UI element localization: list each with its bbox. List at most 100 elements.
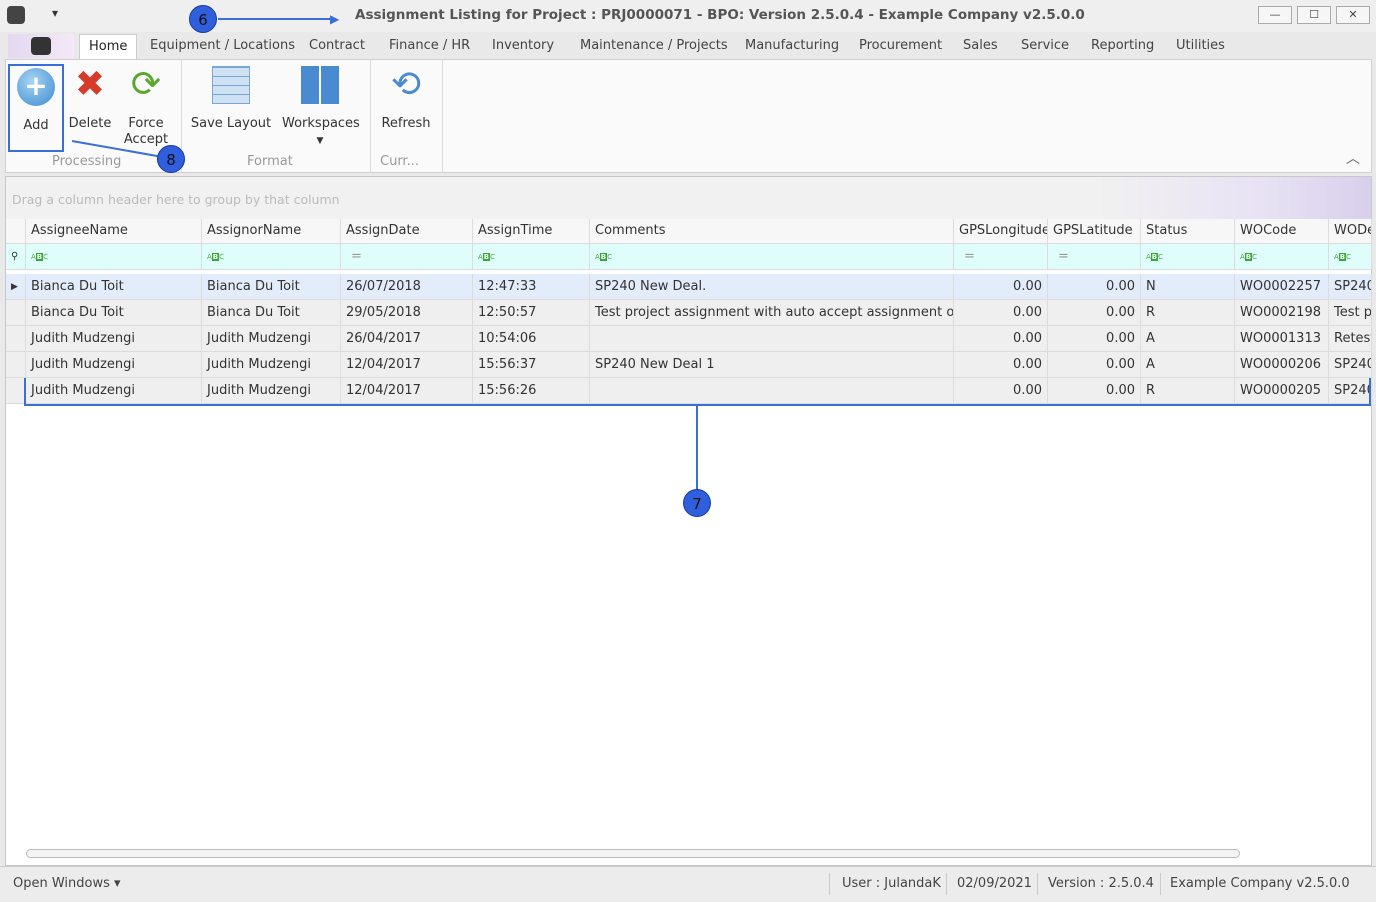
row-indicator[interactable] [6,300,26,326]
table-cell[interactable]: Judith Mudzengi [26,326,202,352]
table-cell[interactable]: 26/04/2017 [341,326,473,352]
row-indicator[interactable] [6,378,26,404]
table-cell[interactable]: Judith Mudzengi [202,326,341,352]
table-cell[interactable]: 0.00 [1048,300,1141,326]
force-accept-button[interactable]: ⟳ Force Accept [120,64,172,148]
row-indicator[interactable]: ▶ [6,274,26,300]
maximize-button[interactable]: ☐ [1297,6,1331,24]
table-cell[interactable]: WO0001313 [1235,326,1329,352]
table-cell[interactable]: 12:47:33 [473,274,590,300]
table-cell[interactable]: WO0002198 [1235,300,1329,326]
table-cell[interactable]: 12/04/2017 [341,352,473,378]
close-button[interactable]: ✕ [1336,6,1370,24]
table-cell[interactable]: WO0000206 [1235,352,1329,378]
filter-cell[interactable]: = [341,244,473,270]
column-header[interactable]: Comments [590,219,954,244]
tab-contract[interactable]: Contract [309,38,365,53]
tab-home[interactable]: Home [79,34,138,60]
tab-maintenance[interactable]: Maintenance / Projects [580,38,728,53]
filter-cell[interactable]: ABC [202,244,341,270]
table-cell[interactable]: 15:56:37 [473,352,590,378]
workspaces-button[interactable]: Workspaces ▼ [282,64,360,149]
tab-utilities[interactable]: Utilities [1176,38,1225,53]
tab-manufacturing[interactable]: Manufacturing [745,38,839,53]
table-cell[interactable]: SP240 [1329,274,1372,300]
add-button[interactable]: + Add [8,64,64,152]
table-cell[interactable] [590,326,954,352]
table-cell[interactable]: Bianca Du Toit [202,300,341,326]
minimize-button[interactable]: — [1258,6,1292,24]
column-header[interactable]: Status [1141,219,1235,244]
horizontal-scrollbar[interactable] [26,849,1240,858]
tab-service[interactable]: Service [1021,38,1069,53]
open-windows-button[interactable]: Open Windows ▾ [13,876,121,891]
table-cell[interactable]: 0.00 [1048,352,1141,378]
table-cell[interactable]: 29/05/2018 [341,300,473,326]
tab-sales[interactable]: Sales [963,38,998,53]
tab-equipment[interactable]: Equipment / Locations [150,38,295,53]
tab-finance[interactable]: Finance / HR [389,38,470,53]
table-cell[interactable]: Bianca Du Toit [26,300,202,326]
filter-cell[interactable]: ABC [473,244,590,270]
column-header[interactable]: GPSLatitude [1048,219,1141,244]
table-cell[interactable]: N [1141,274,1235,300]
table-cell[interactable]: Judith Mudzengi [202,352,341,378]
app-menu-button[interactable] [8,34,74,58]
column-header[interactable]: AssignDate [341,219,473,244]
filter-cell[interactable]: = [954,244,1048,270]
table-cell[interactable]: Bianca Du Toit [26,274,202,300]
table-cell[interactable]: 12:50:57 [473,300,590,326]
table-cell[interactable]: SP240 New Deal 1 [590,352,954,378]
table-cell[interactable]: WO0002257 [1235,274,1329,300]
column-header[interactable]: GPSLongitude [954,219,1048,244]
column-header[interactable]: AssigneeName [26,219,202,244]
table-cell[interactable]: 0.00 [1048,274,1141,300]
accept-label: Accept [123,132,169,147]
quick-access-dropdown[interactable]: ▾ [52,6,58,20]
row-indicator[interactable] [6,352,26,378]
collapse-ribbon-icon[interactable]: ︿ [1346,148,1360,168]
table-cell[interactable]: 10:54:06 [473,326,590,352]
refresh-label: Refresh [381,116,431,131]
filter-cell[interactable]: ABC [1329,244,1372,270]
tab-inventory[interactable]: Inventory [492,38,554,53]
filter-cell[interactable]: ABC [1141,244,1235,270]
table-cell[interactable]: 26/07/2018 [341,274,473,300]
table-cell[interactable]: 0.00 [1048,326,1141,352]
group-processing: Processing [52,154,122,169]
column-header[interactable]: WODe [1329,219,1372,244]
refresh-green-icon: ⟳ [130,64,162,105]
table-cell[interactable]: Test p [1329,300,1372,326]
table-cell[interactable]: Bianca Du Toit [202,274,341,300]
row-indicator[interactable] [6,326,26,352]
filter-cell[interactable]: ABC [590,244,954,270]
app-logo-icon[interactable] [7,6,25,24]
table-cell[interactable]: SP240 [1329,352,1372,378]
column-header[interactable]: WOCode [1235,219,1329,244]
column-header[interactable]: AssignorName [202,219,341,244]
tab-reporting[interactable]: Reporting [1091,38,1154,53]
table-cell[interactable]: A [1141,326,1235,352]
group-panel[interactable]: Drag a column header here to group by th… [6,177,1371,219]
table-cell[interactable]: SP240 New Deal. [590,274,954,300]
filter-cell[interactable]: ABC [1235,244,1329,270]
table-cell[interactable]: Retest [1329,326,1372,352]
table-cell[interactable]: A [1141,352,1235,378]
filter-cell[interactable]: ABC [26,244,202,270]
table-cell[interactable]: Judith Mudzengi [26,352,202,378]
table-cell[interactable]: R [1141,300,1235,326]
table-cell[interactable]: 0.00 [954,274,1048,300]
table-cell[interactable]: 0.00 [954,352,1048,378]
filter-cell[interactable]: = [1048,244,1141,270]
column-header[interactable]: AssignTime [473,219,590,244]
save-layout-button[interactable]: Save Layout [190,64,272,132]
table-cell[interactable]: Test project assignment with auto accept… [590,300,954,326]
delete-button[interactable]: ✖ Delete [66,64,114,132]
tab-procurement[interactable]: Procurement [859,38,942,53]
table-cell[interactable]: 0.00 [954,326,1048,352]
group-curr: Curr... [380,154,419,169]
table-cell[interactable]: 0.00 [954,300,1048,326]
row-indicator-header [6,219,26,244]
refresh-button[interactable]: ⟲ Refresh [378,64,434,132]
data-grid: Drag a column header here to group by th… [5,176,1372,866]
